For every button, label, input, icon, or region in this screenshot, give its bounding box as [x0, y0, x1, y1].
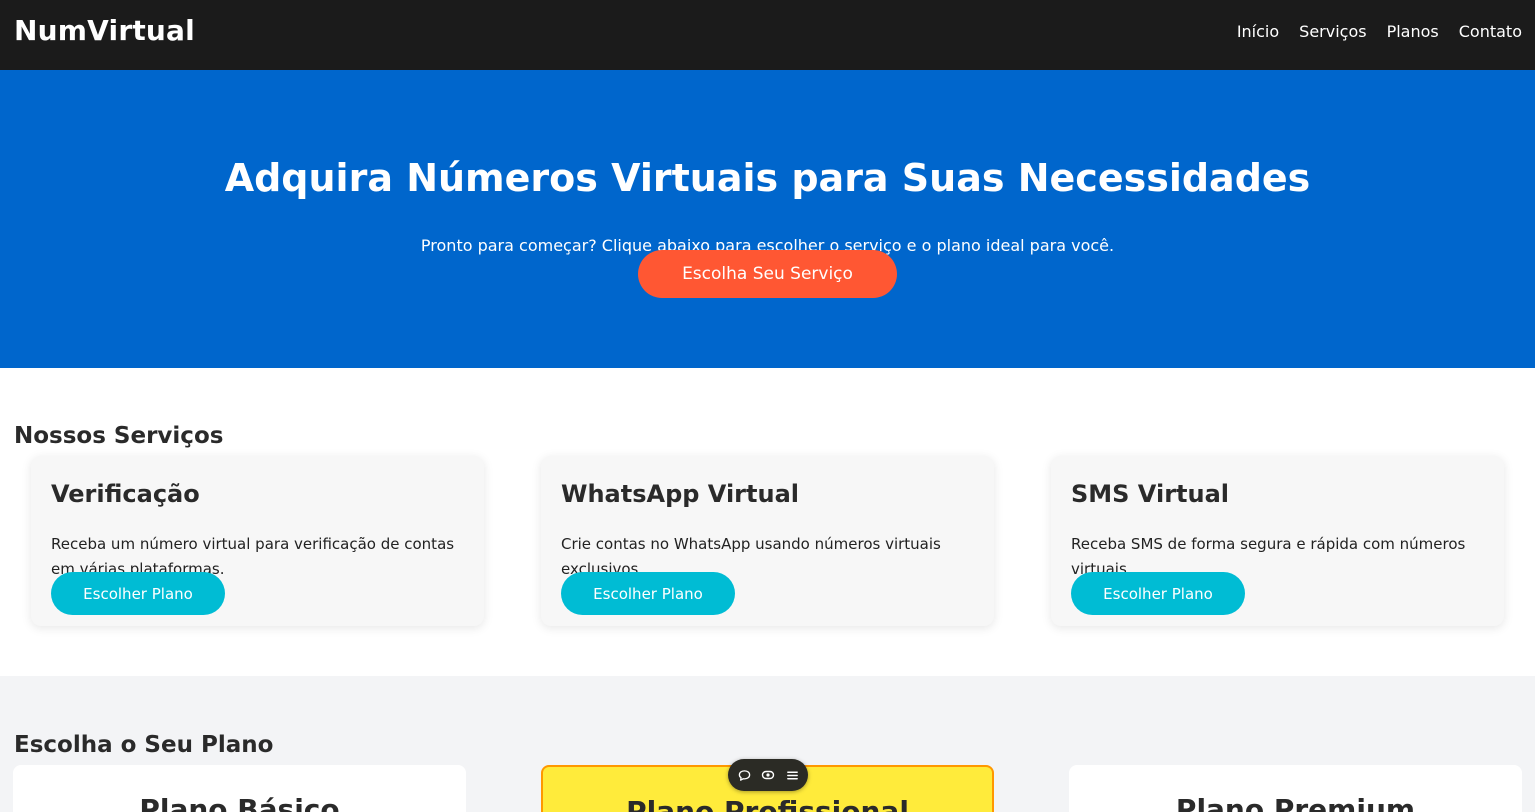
service-card-verificacao: Verificação Receba um número virtual par… — [31, 456, 484, 626]
hero-title: Adquira Números Virtuais para Suas Neces… — [224, 156, 1311, 200]
nav-link-servicos[interactable]: Serviços — [1299, 22, 1366, 41]
plan-card-premium[interactable]: Plano Premium — [1069, 765, 1522, 812]
plan-title: Plano Premium — [1175, 793, 1416, 812]
comment-icon[interactable] — [737, 768, 752, 783]
floating-toolbar — [728, 759, 808, 791]
brand-logo[interactable]: NumVirtual — [14, 14, 195, 47]
plan-title: Plano Básico — [139, 793, 340, 812]
choose-plan-button[interactable]: Escolher Plano — [1071, 572, 1245, 615]
plan-card-basico[interactable]: Plano Básico — [13, 765, 466, 812]
plans-section: Escolha o Seu Plano Plano Básico Plano P… — [0, 676, 1535, 812]
nav-link-planos[interactable]: Planos — [1387, 22, 1439, 41]
plan-title: Plano Profissional — [626, 795, 909, 812]
services-title: Nossos Serviços — [14, 423, 224, 449]
choose-plan-button[interactable]: Escolher Plano — [51, 572, 225, 615]
main-nav: Início Serviços Planos Contato — [1237, 22, 1522, 41]
menu-icon[interactable] — [785, 768, 800, 783]
service-card-title: SMS Virtual — [1071, 480, 1230, 508]
service-card-title: Verificação — [51, 480, 200, 508]
nav-link-contato[interactable]: Contato — [1459, 22, 1522, 41]
service-card-title: WhatsApp Virtual — [561, 480, 799, 508]
plans-title: Escolha o Seu Plano — [14, 732, 274, 758]
service-card-whatsapp: WhatsApp Virtual Crie contas no WhatsApp… — [541, 456, 994, 626]
eye-icon[interactable] — [761, 768, 776, 783]
top-navbar: NumVirtual Início Serviços Planos Contat… — [0, 0, 1535, 70]
nav-link-inicio[interactable]: Início — [1237, 22, 1279, 41]
services-section: Nossos Serviços Verificação Receba um nú… — [0, 368, 1535, 676]
service-card-sms: SMS Virtual Receba SMS de forma segura e… — [1051, 456, 1504, 626]
choose-service-button[interactable]: Escolha Seu Serviço — [638, 250, 897, 298]
choose-plan-button[interactable]: Escolher Plano — [561, 572, 735, 615]
hero-section: Adquira Números Virtuais para Suas Neces… — [0, 70, 1535, 368]
